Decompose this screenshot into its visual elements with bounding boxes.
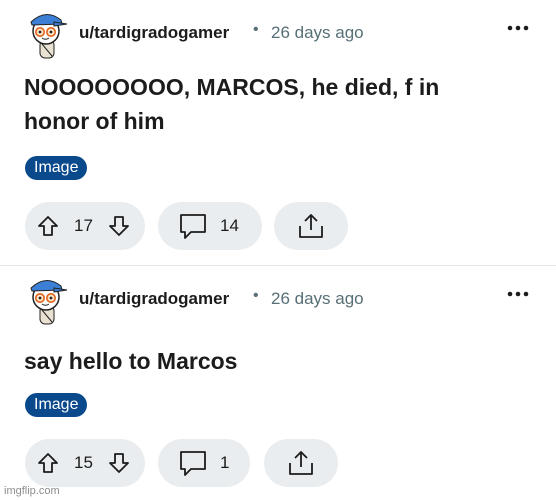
post-flair-badge[interactable]: Image [25, 393, 88, 417]
post-header: u/tardigradogamer • 26 days ago [24, 6, 534, 62]
meta-separator: • [253, 287, 259, 304]
vote-control: 17 [25, 202, 145, 250]
comment-count: 14 [220, 216, 239, 235]
share-icon [289, 451, 313, 475]
more-options-icon[interactable] [506, 286, 530, 302]
upvote-icon[interactable] [36, 214, 60, 238]
snoo-avatar-icon[interactable] [24, 272, 70, 328]
post-timestamp: 26 days ago [271, 23, 364, 42]
share-icon [299, 214, 323, 238]
post-timestamp: 26 days ago [271, 289, 364, 308]
comment-count: 1 [220, 453, 230, 472]
post-title[interactable]: say hello to Marcos [24, 344, 534, 378]
vote-control: 15 [25, 439, 145, 487]
post-header: u/tardigradogamer • 26 days ago [24, 272, 534, 328]
author-username[interactable]: u/tardigradogamer [79, 23, 229, 43]
post-card[interactable]: u/tardigradogamer • 26 days ago NOOOOOOO… [0, 0, 556, 265]
share-button[interactable] [274, 202, 348, 250]
post-flair-badge[interactable]: Image [25, 156, 88, 180]
snoo-avatar-icon[interactable] [24, 6, 70, 62]
comments-button[interactable]: 14 [158, 202, 262, 250]
comment-icon [180, 214, 206, 239]
imgflip-watermark: imgflip.com [4, 485, 60, 497]
comments-button[interactable]: 1 [158, 439, 250, 487]
post-card[interactable]: u/tardigradogamer • 26 days ago say hell… [0, 266, 556, 500]
downvote-icon[interactable] [107, 214, 131, 238]
downvote-icon[interactable] [107, 451, 131, 475]
vote-count: 17 [74, 216, 93, 235]
upvote-icon[interactable] [36, 451, 60, 475]
meta-separator: • [253, 21, 259, 38]
vote-count: 15 [74, 453, 93, 472]
more-options-icon[interactable] [506, 20, 530, 36]
share-button[interactable] [264, 439, 338, 487]
post-title-line: honor of him [24, 108, 165, 134]
comment-icon [180, 451, 206, 476]
post-title-line: say hello to Marcos [24, 348, 238, 374]
post-title[interactable]: NOOOOOOOO, MARCOS, he died, f in honor o… [24, 70, 534, 138]
post-title-line: NOOOOOOOO, MARCOS, he died, f in [24, 74, 440, 100]
author-username[interactable]: u/tardigradogamer [79, 289, 229, 309]
